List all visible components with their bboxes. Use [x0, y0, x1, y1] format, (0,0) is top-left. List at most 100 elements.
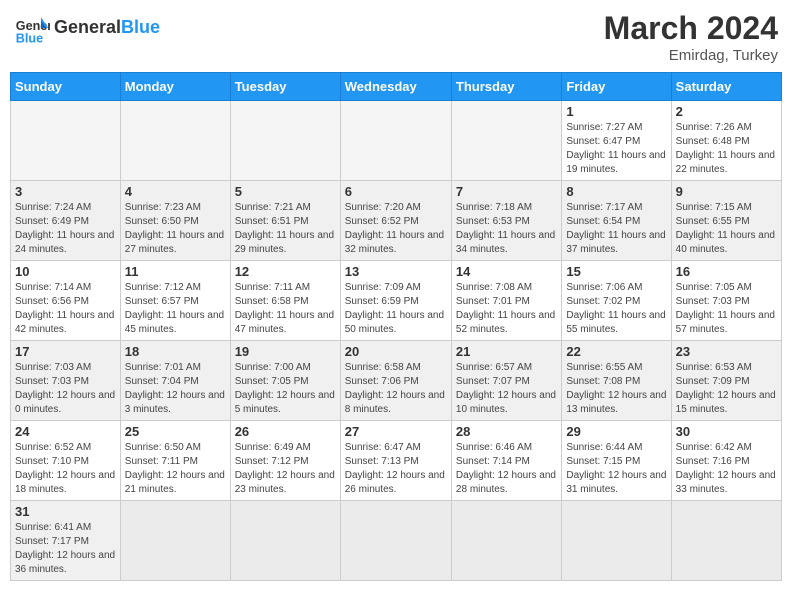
day-info: Sunrise: 7:00 AM Sunset: 7:05 PM Dayligh…: [235, 361, 336, 417]
calendar-cell: 5Sunrise: 7:21 AM Sunset: 6:51 PM Daylig…: [230, 181, 340, 261]
calendar-cell: 15Sunrise: 7:06 AM Sunset: 7:02 PM Dayli…: [562, 261, 671, 341]
calendar-day-header: Wednesday: [340, 73, 451, 101]
logo: General Blue GeneralBlue: [14, 10, 160, 46]
day-info: Sunrise: 6:41 AM Sunset: 7:17 PM Dayligh…: [15, 521, 116, 577]
day-number: 17: [15, 344, 116, 359]
day-number: 3: [15, 184, 116, 199]
day-info: Sunrise: 6:57 AM Sunset: 7:07 PM Dayligh…: [456, 361, 557, 417]
day-info: Sunrise: 7:14 AM Sunset: 6:56 PM Dayligh…: [15, 281, 116, 337]
day-number: 25: [125, 424, 226, 439]
day-info: Sunrise: 6:49 AM Sunset: 7:12 PM Dayligh…: [235, 441, 336, 497]
day-number: 27: [345, 424, 447, 439]
calendar-cell: [120, 101, 230, 181]
calendar-cell: [340, 101, 451, 181]
day-info: Sunrise: 6:58 AM Sunset: 7:06 PM Dayligh…: [345, 361, 447, 417]
day-number: 6: [345, 184, 447, 199]
day-number: 26: [235, 424, 336, 439]
calendar-cell: 8Sunrise: 7:17 AM Sunset: 6:54 PM Daylig…: [562, 181, 671, 261]
day-number: 12: [235, 264, 336, 279]
day-number: 13: [345, 264, 447, 279]
calendar-cell: [562, 501, 671, 581]
day-info: Sunrise: 7:26 AM Sunset: 6:48 PM Dayligh…: [676, 121, 777, 177]
calendar-cell: 13 Sunrise: 7:09 AM Sunset: 6:59 PM Dayli…: [340, 261, 451, 341]
calendar-day-header: Tuesday: [230, 73, 340, 101]
calendar-week-row: 1 Sunrise: 7:27 AM Sunset: 6:47 PM Daylig…: [11, 101, 782, 181]
calendar-header-row: SundayMondayTuesdayWednesdayThursdayFrid…: [11, 73, 782, 101]
day-number: 23: [676, 344, 777, 359]
calendar-cell: 20 Sunrise: 6:58 AM Sunset: 7:06 PM Dayli…: [340, 341, 451, 421]
day-info: Sunrise: 6:44 AM Sunset: 7:15 PM Dayligh…: [566, 441, 666, 497]
day-number: 1: [566, 104, 666, 119]
day-info: Sunrise: 6:50 AM Sunset: 7:11 PM Dayligh…: [125, 441, 226, 497]
day-number: 2: [676, 104, 777, 119]
day-info: Sunrise: 7:08 AM Sunset: 7:01 PM Dayligh…: [456, 281, 557, 337]
day-info: Sunrise: 7:27 AM Sunset: 6:47 PM Dayligh…: [566, 121, 666, 177]
day-number: 22: [566, 344, 666, 359]
calendar-day-header: Thursday: [451, 73, 561, 101]
day-info: Sunrise: 7:15 AM Sunset: 6:55 PM Dayligh…: [676, 201, 777, 257]
calendar-cell: 24Sunrise: 6:52 AM Sunset: 7:10 PM Dayli…: [11, 421, 121, 501]
logo-text: GeneralBlue: [54, 18, 160, 38]
calendar-cell: 11 Sunrise: 7:12 AM Sunset: 6:57 PM Dayli…: [120, 261, 230, 341]
calendar-cell: 25 Sunrise: 6:50 AM Sunset: 7:11 PM Dayli…: [120, 421, 230, 501]
calendar-week-row: 3Sunrise: 7:24 AM Sunset: 6:49 PM Daylig…: [11, 181, 782, 261]
day-number: 30: [676, 424, 777, 439]
day-number: 5: [235, 184, 336, 199]
day-number: 10: [15, 264, 116, 279]
day-info: Sunrise: 7:05 AM Sunset: 7:03 PM Dayligh…: [676, 281, 777, 337]
calendar-cell: [230, 501, 340, 581]
calendar-cell: 7Sunrise: 7:18 AM Sunset: 6:53 PM Daylig…: [451, 181, 561, 261]
calendar-day-header: Monday: [120, 73, 230, 101]
day-number: 29: [566, 424, 666, 439]
day-info: Sunrise: 7:17 AM Sunset: 6:54 PM Dayligh…: [566, 201, 666, 257]
title-block: March 2024 Emirdag, Turkey: [604, 10, 778, 64]
page-header: General Blue GeneralBlue March 2024 Emir…: [10, 10, 782, 64]
day-number: 18: [125, 344, 226, 359]
day-info: Sunrise: 6:52 AM Sunset: 7:10 PM Dayligh…: [15, 441, 116, 497]
calendar-cell: 28Sunrise: 6:46 AM Sunset: 7:14 PM Dayli…: [451, 421, 561, 501]
month-year: March 2024: [604, 10, 778, 47]
calendar-day-header: Friday: [562, 73, 671, 101]
logo-icon: General Blue: [14, 10, 50, 46]
calendar-cell: 26 Sunrise: 6:49 AM Sunset: 7:12 PM Dayli…: [230, 421, 340, 501]
calendar-cell: [451, 101, 561, 181]
calendar-cell: 21Sunrise: 6:57 AM Sunset: 7:07 PM Dayli…: [451, 341, 561, 421]
calendar-cell: 3Sunrise: 7:24 AM Sunset: 6:49 PM Daylig…: [11, 181, 121, 261]
calendar-week-row: 31 Sunrise: 6:41 AM Sunset: 7:17 PM Dayli…: [11, 501, 782, 581]
calendar-cell: 16 Sunrise: 7:05 AM Sunset: 7:03 PM Dayli…: [671, 261, 781, 341]
calendar-cell: 31 Sunrise: 6:41 AM Sunset: 7:17 PM Dayli…: [11, 501, 121, 581]
calendar-cell: 19Sunrise: 7:00 AM Sunset: 7:05 PM Dayli…: [230, 341, 340, 421]
calendar-cell: 29 Sunrise: 6:44 AM Sunset: 7:15 PM Dayli…: [562, 421, 671, 501]
calendar-week-row: 10 Sunrise: 7:14 AM Sunset: 6:56 PM Dayli…: [11, 261, 782, 341]
day-number: 20: [345, 344, 447, 359]
calendar-day-header: Sunday: [11, 73, 121, 101]
calendar-cell: [120, 501, 230, 581]
calendar-cell: [11, 101, 121, 181]
calendar-day-header: Saturday: [671, 73, 781, 101]
day-info: Sunrise: 7:11 AM Sunset: 6:58 PM Dayligh…: [235, 281, 336, 337]
day-number: 11: [125, 264, 226, 279]
calendar-table: SundayMondayTuesdayWednesdayThursdayFrid…: [10, 72, 782, 581]
calendar-cell: 27Sunrise: 6:47 AM Sunset: 7:13 PM Dayli…: [340, 421, 451, 501]
calendar-cell: [340, 501, 451, 581]
svg-text:Blue: Blue: [16, 31, 43, 45]
day-number: 16: [676, 264, 777, 279]
calendar-week-row: 17Sunrise: 7:03 AM Sunset: 7:03 PM Dayli…: [11, 341, 782, 421]
day-info: Sunrise: 7:12 AM Sunset: 6:57 PM Dayligh…: [125, 281, 226, 337]
day-info: Sunrise: 7:09 AM Sunset: 6:59 PM Dayligh…: [345, 281, 447, 337]
day-number: 14: [456, 264, 557, 279]
calendar-cell: 12 Sunrise: 7:11 AM Sunset: 6:58 PM Dayli…: [230, 261, 340, 341]
day-info: Sunrise: 6:55 AM Sunset: 7:08 PM Dayligh…: [566, 361, 666, 417]
calendar-cell: 23Sunrise: 6:53 AM Sunset: 7:09 PM Dayli…: [671, 341, 781, 421]
day-info: Sunrise: 6:42 AM Sunset: 7:16 PM Dayligh…: [676, 441, 777, 497]
calendar-cell: [230, 101, 340, 181]
day-info: Sunrise: 7:20 AM Sunset: 6:52 PM Dayligh…: [345, 201, 447, 257]
calendar-cell: 30 Sunrise: 6:42 AM Sunset: 7:16 PM Dayli…: [671, 421, 781, 501]
day-number: 31: [15, 504, 116, 519]
day-info: Sunrise: 7:18 AM Sunset: 6:53 PM Dayligh…: [456, 201, 557, 257]
location: Emirdag, Turkey: [604, 47, 778, 64]
day-info: Sunrise: 7:01 AM Sunset: 7:04 PM Dayligh…: [125, 361, 226, 417]
calendar-cell: 18 Sunrise: 7:01 AM Sunset: 7:04 PM Dayli…: [120, 341, 230, 421]
day-number: 9: [676, 184, 777, 199]
calendar-cell: [451, 501, 561, 581]
